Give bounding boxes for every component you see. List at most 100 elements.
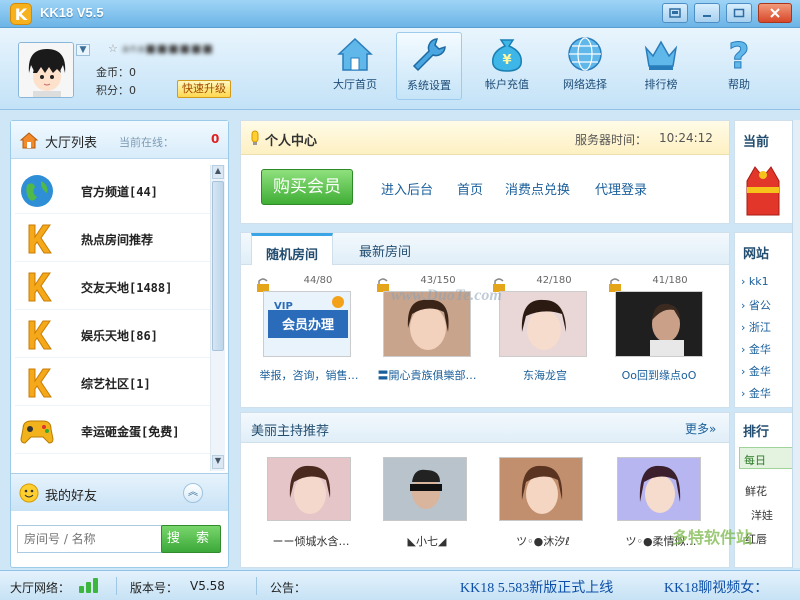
lobby-room-label: 交友天地[1488] — [81, 281, 173, 295]
close-icon — [770, 8, 780, 18]
svg-text:会员办理: 会员办理 — [282, 317, 334, 333]
search-button[interactable]: 搜 索 — [161, 525, 221, 553]
k-logo-icon — [28, 272, 52, 302]
gift-icon — [746, 166, 780, 216]
room-name: 举报，咨询，销售… — [259, 369, 359, 382]
home-link[interactable]: 首页 — [457, 179, 483, 198]
lobby-room-item[interactable]: 热点房间推荐 — [15, 215, 211, 262]
agent-login-link[interactable]: 代理登录 — [595, 179, 647, 198]
upgrade-button[interactable]: 快速升级 — [177, 80, 231, 98]
room-card[interactable]: 42/180 东海龙宫 — [491, 273, 601, 403]
room-search-input[interactable] — [17, 525, 163, 553]
room-card[interactable]: 44/80 VIP 会员办理 举报，咨询，销售… — [255, 273, 365, 403]
points-value: 0 — [129, 84, 136, 97]
lobby-room-item[interactable]: 娱乐天地[86] — [15, 311, 211, 358]
host-photo — [267, 457, 351, 521]
website-link[interactable]: › 金华 — [741, 385, 771, 401]
hosts-header: 美丽主持推荐 更多» — [241, 413, 729, 443]
tab-random-rooms[interactable]: 随机房间 — [251, 233, 334, 265]
room-card[interactable]: 41/180 Oo回到缘点oO — [607, 273, 717, 403]
separator — [256, 577, 257, 595]
coins-value: 0 — [129, 66, 136, 79]
lobby-room-label: 娱乐天地[86] — [81, 329, 158, 343]
room-occupancy: 44/80 — [303, 275, 333, 286]
app-logo-icon: K — [10, 3, 32, 25]
person-photo-image — [384, 458, 466, 520]
status-bar: 大厅网络： 版本号： V5.58 公告： KK18 5.583新版正式上线 KK… — [0, 570, 800, 600]
friends-bar[interactable]: 我的好友 ︽ — [11, 473, 228, 511]
notice-ticker[interactable]: KK18聊视频女： — [664, 577, 768, 597]
nav-recharge-label: 帐户充值 — [485, 78, 529, 91]
lobby-room-item[interactable]: 幸运砸金蛋[免费] — [15, 407, 211, 454]
right-scrollbar[interactable] — [792, 120, 800, 568]
svg-text:?: ? — [729, 36, 750, 74]
website-box: 网站 › kk1 › 省公 › 浙江 › 金华 › 金华 › 金华 — [734, 232, 800, 408]
website-link[interactable]: › kk1 — [741, 275, 769, 288]
coins-label: 金币： — [96, 66, 129, 79]
lobby-header: 大厅列表 当前在线： 0 — [11, 121, 228, 159]
star-icon: ☆ — [108, 42, 118, 55]
separator — [116, 577, 117, 595]
website-link[interactable]: › 浙江 — [741, 319, 771, 335]
lobby-room-label: 官方频道[44] — [81, 185, 158, 199]
online-count: 0 — [211, 132, 220, 146]
host-card[interactable]: ツ◦●柔情似… — [613, 457, 703, 565]
room-occupancy: 43/150 — [420, 275, 456, 286]
home-icon — [19, 132, 39, 149]
maximize-button[interactable] — [726, 3, 752, 23]
nav-settings[interactable]: 系统设置 — [396, 32, 462, 100]
lobby-scrollbar[interactable]: ▲ ▼ — [210, 165, 225, 471]
points-exchange-link[interactable]: 消费点兑换 — [505, 179, 570, 198]
nav-help[interactable]: ? 帮助 — [706, 32, 772, 100]
globe-icon — [21, 175, 53, 207]
avatar[interactable] — [18, 42, 74, 98]
scroll-up-icon[interactable]: ▲ — [212, 165, 224, 179]
room-thumbnail — [499, 291, 587, 357]
daily-rank-tab[interactable]: 每日 — [739, 447, 799, 469]
close-button[interactable] — [758, 3, 792, 23]
host-card[interactable]: ツ◦●沐汐ℓ — [495, 457, 585, 565]
collapse-icon[interactable]: ︽ — [183, 483, 203, 503]
avatar-dropdown-icon[interactable]: ▼ — [76, 44, 90, 56]
server-time-value: 10:24:12 — [659, 131, 713, 145]
money-bag-icon: ¥ — [492, 39, 522, 72]
lobby-room-item[interactable]: 交友天地[1488] — [15, 263, 211, 310]
tab-newest-rooms[interactable]: 最新房间 — [345, 233, 425, 265]
website-link[interactable]: › 省公 — [741, 297, 771, 313]
notice-ticker[interactable]: KK18 5.583新版正式上线 — [460, 577, 613, 597]
more-link[interactable]: 更多» — [685, 420, 716, 437]
scroll-down-icon[interactable]: ▼ — [212, 455, 224, 469]
avatar-image — [19, 43, 73, 97]
nav-help-label: 帮助 — [728, 78, 750, 91]
brand-watermark: 多特软件站 — [672, 530, 753, 547]
host-card[interactable]: ーー倾城水含… — [263, 457, 353, 565]
username: ana■■■■■■ — [122, 42, 214, 55]
minimize-button[interactable] — [694, 3, 720, 23]
website-link[interactable]: › 金华 — [741, 363, 771, 379]
lobby-room-item[interactable]: 官方频道[44] — [15, 167, 211, 214]
current-box-title: 当前 — [743, 135, 770, 150]
lobby-room-label: 幸运砸金蛋[免费] — [81, 425, 180, 439]
globe-icon — [568, 37, 602, 71]
host-card[interactable]: ◣小七◢ — [379, 457, 469, 565]
skin-button[interactable] — [662, 3, 688, 23]
hosts-title: 美丽主持推荐 — [251, 424, 330, 439]
nav-settings-label: 系统设置 — [407, 79, 451, 92]
nav-ranking[interactable]: 排行榜 — [628, 32, 694, 100]
host-name: ツ◦●沐汐ℓ — [516, 535, 570, 548]
room-name: Oo回到缘点oO — [621, 369, 697, 382]
maximize-icon — [733, 8, 745, 18]
nav-recharge[interactable]: ¥ 帐户充值 — [474, 32, 540, 100]
buy-membership-button[interactable]: 购买会员 — [261, 169, 353, 205]
website-link[interactable]: › 金华 — [741, 341, 771, 357]
scroll-thumb[interactable] — [212, 181, 224, 351]
room-occupancy: 42/180 — [536, 275, 572, 286]
bulb-icon — [251, 130, 259, 145]
personal-center-title: 个人中心 — [265, 134, 318, 149]
nav-home[interactable]: 大厅首页 — [322, 32, 388, 100]
nav-network[interactable]: 网络选择 — [552, 32, 618, 100]
watermark-text: www.DuoTe.com — [391, 287, 502, 304]
admin-link[interactable]: 进入后台 — [381, 179, 433, 198]
lobby-room-item[interactable]: 综艺社区[1] — [15, 359, 211, 406]
current-box: 当前 — [734, 120, 800, 224]
